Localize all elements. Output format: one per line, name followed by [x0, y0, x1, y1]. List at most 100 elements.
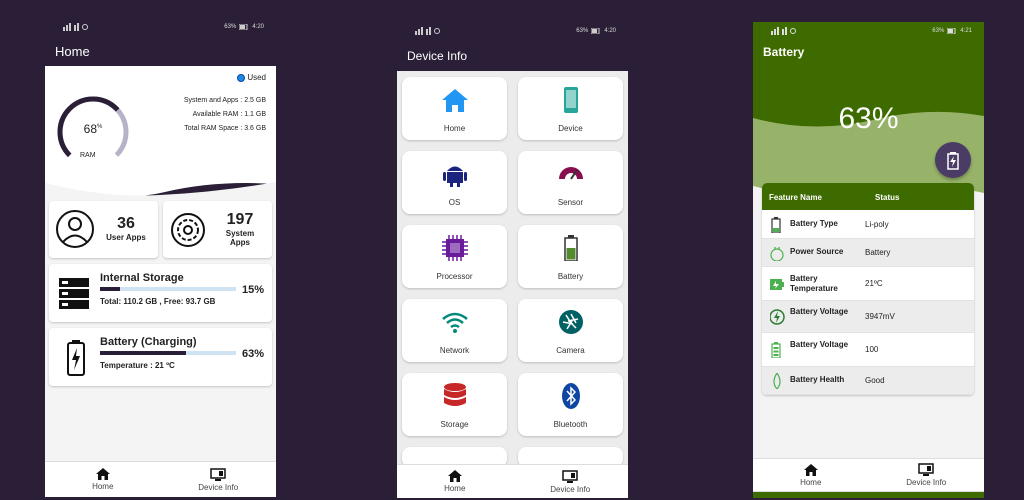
battery-card[interactable]: Battery (Charging) 63% Temperature : 21 … — [49, 328, 272, 386]
tile-os[interactable]: OS — [402, 151, 507, 214]
feature-status: 21ºC — [865, 279, 883, 288]
signal-icons — [63, 23, 93, 31]
android-icon — [443, 166, 467, 187]
home-icon — [95, 468, 110, 480]
bottom-nav: Home Device Info — [753, 458, 984, 492]
header-status: Status — [875, 193, 900, 202]
ram-percent: 68 — [83, 122, 97, 136]
battery-header: 63% 4:21 Battery — [753, 22, 984, 98]
feature-name: Battery Temperature — [790, 274, 838, 293]
feature-name: Power Source — [790, 247, 844, 256]
table-row: Battery Health Good — [762, 367, 974, 395]
feature-status: Battery — [865, 248, 891, 257]
tile-label: Device — [558, 124, 583, 133]
tile-label: OS — [448, 198, 461, 207]
home-screen: 63% 4:20 Home 68% RAM Used System and Ap… — [45, 18, 276, 497]
ram-label: RAM — [80, 152, 96, 159]
clock: 4:20 — [604, 28, 616, 34]
status-bar: 63% 4:20 — [45, 18, 276, 36]
nav-home[interactable]: Home — [397, 465, 513, 498]
battery-percent-status: 63% — [224, 24, 237, 30]
user-apps-card[interactable]: 36 User Apps — [49, 201, 158, 258]
storage-percent: 15% — [242, 284, 265, 296]
page-title: Home — [55, 44, 90, 59]
status-bar: 63% 4:21 — [753, 22, 984, 40]
internal-storage-card[interactable]: Internal Storage 15% Total: 110.2 GB , F… — [49, 264, 272, 322]
table-row: Battery Voltage 100 — [762, 333, 974, 367]
battery-temp-icon — [770, 279, 784, 290]
plug-icon — [770, 247, 784, 261]
table-row: Battery Temperature 21ºC — [762, 267, 974, 301]
charge-fab[interactable] — [935, 142, 971, 178]
system-apps-count: 197 — [226, 211, 254, 228]
feature-status: 3947mV — [865, 312, 895, 321]
drop-icon — [773, 373, 781, 389]
tile-network[interactable]: Network — [402, 299, 507, 362]
battery-status-icon — [591, 28, 600, 34]
tile-label: Processor — [436, 272, 473, 281]
feature-name: Battery Type — [790, 218, 838, 228]
tile-sensor[interactable]: Sensor — [518, 151, 623, 214]
battery-status-icon — [239, 24, 248, 30]
tile-storage[interactable]: Storage — [402, 373, 507, 436]
tile-processor[interactable]: Processor — [402, 225, 507, 288]
system-apps-ram: System and Apps : 2.5 GB — [183, 97, 266, 104]
bluetooth-icon — [562, 383, 580, 409]
wifi-icon — [442, 312, 468, 333]
nav-home[interactable]: Home — [753, 459, 869, 491]
tile-home[interactable]: Home — [402, 77, 507, 140]
table-header: Feature Name Status — [762, 183, 974, 210]
tile-label: Home — [443, 124, 466, 133]
system-apps-icon — [171, 213, 205, 247]
feature-status: 100 — [865, 345, 879, 354]
cpu-icon — [442, 235, 468, 261]
tile-device[interactable]: Device — [518, 77, 623, 140]
feature-status: Li-poly — [865, 219, 889, 229]
tile-battery[interactable]: Battery — [518, 225, 623, 288]
table-row: Battery Voltage 3947mV — [762, 301, 974, 333]
device-info-icon — [562, 469, 578, 483]
battery-info-table: Feature Name Status Battery Type Li-poly… — [762, 183, 974, 395]
signal-icon — [415, 27, 440, 35]
system-apps-card[interactable]: 197 System Apps — [163, 201, 272, 258]
device-info-screen: 63% 4:20 Device Info Home Device OS Sensor P… — [397, 22, 628, 498]
header-feature-name: Feature Name — [769, 193, 822, 202]
tile-bluetooth[interactable]: Bluetooth — [518, 373, 623, 436]
tile-label: Battery — [557, 272, 584, 281]
bottom-accent — [753, 492, 984, 498]
table-row: Battery Type Li-poly — [762, 210, 974, 239]
nav-device-info[interactable]: Device Info — [161, 462, 277, 497]
table-row: Power Source Battery — [762, 239, 974, 267]
home-icon — [447, 470, 462, 482]
feature-name: Battery Health — [790, 375, 845, 384]
battery-charging-icon — [67, 340, 85, 376]
database-icon — [444, 383, 466, 406]
nav-device-info[interactable]: Device Info — [869, 459, 985, 491]
battery-temperature: Temperature : 21 ºC — [100, 361, 175, 370]
tile-label: Network — [439, 346, 470, 355]
clock: 4:21 — [960, 28, 972, 34]
signal-icon — [63, 23, 88, 31]
user-apps-count: 36 — [117, 215, 135, 232]
battery-title: Battery (Charging) — [100, 336, 197, 348]
nav-device-info[interactable]: Device Info — [513, 465, 629, 498]
tile-camera[interactable]: Camera — [518, 299, 623, 362]
tile-label: Bluetooth — [553, 420, 588, 429]
page-title: Device Info — [407, 49, 468, 63]
page-title: Battery — [763, 45, 805, 59]
user-apps-label: User Apps — [106, 233, 146, 242]
feature-status: Good — [865, 376, 885, 385]
phone-icon — [564, 87, 578, 113]
battery-outline-icon — [771, 216, 781, 233]
feature-name: Battery Voltage — [790, 340, 849, 349]
battery-screen: 63% 4:21 Battery 63% Feature Name Status… — [753, 22, 984, 498]
device-info-icon — [210, 467, 226, 481]
bottom-nav: Home Device Info — [45, 461, 276, 497]
total-ram: Total RAM Space : 3.6 GB — [184, 125, 266, 132]
nav-home[interactable]: Home — [45, 462, 161, 497]
home-header: 63% 4:20 Home — [45, 18, 276, 66]
storage-detail: Total: 110.2 GB , Free: 93.7 GB — [100, 297, 216, 306]
used-dot-icon — [237, 73, 246, 82]
ram-info: System and Apps : 2.5 GB Available RAM :… — [184, 94, 266, 136]
battery-level-percent: 63% — [838, 102, 899, 135]
